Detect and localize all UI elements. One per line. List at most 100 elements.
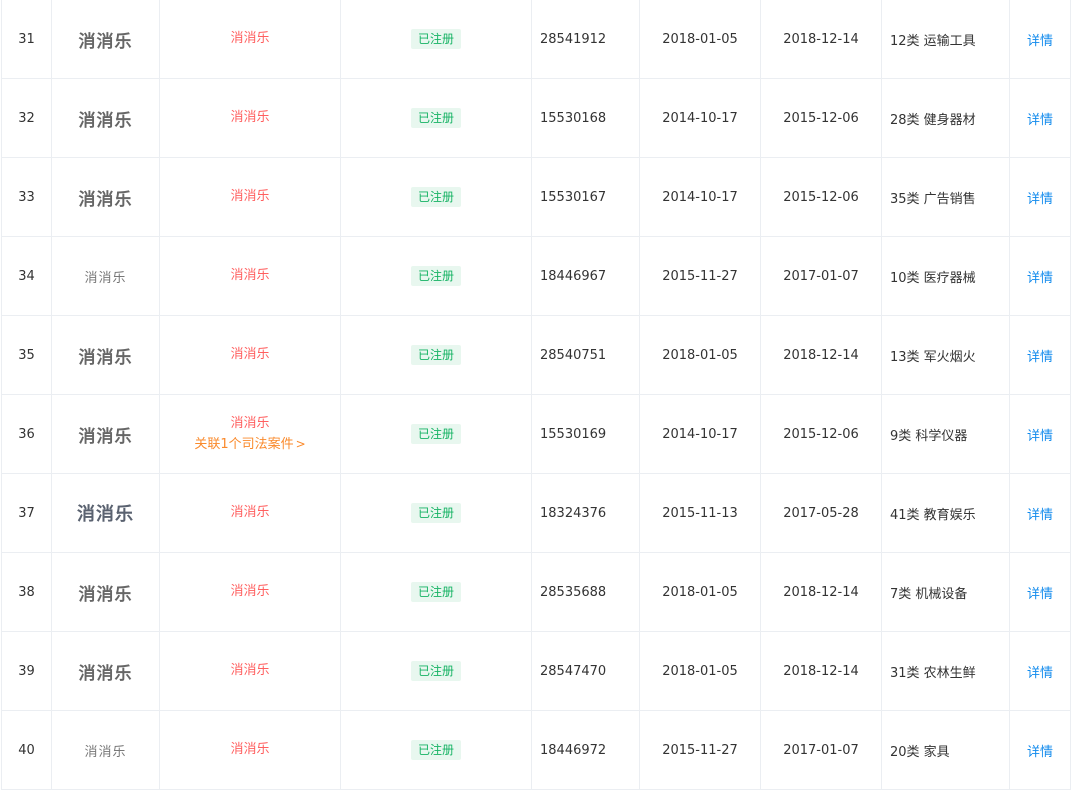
- trademark-table: 31 消消乐 消消乐 已注册 28541912 2018-01-05 2018-…: [1, 0, 1071, 790]
- trademark-logo-image: 消消乐: [78, 584, 133, 605]
- table-row: 38 消消乐 消消乐 已注册 28535688 2018-01-05 2018-…: [1, 552, 1071, 632]
- detail-link[interactable]: 详情: [1027, 666, 1053, 681]
- trademark-name: 消消乐: [230, 663, 270, 678]
- application-number: 18446967: [531, 236, 640, 316]
- trademark-logo: 消消乐: [51, 631, 160, 711]
- application-number: 28535688: [531, 552, 640, 632]
- application-date: 2014-10-17: [639, 157, 761, 237]
- row-index: 34: [1, 236, 52, 316]
- registration-date: 2017-01-07: [760, 710, 882, 790]
- trademark-class: 31类 农林生鲜: [881, 631, 1010, 711]
- trademark-name-cell: 消消乐: [159, 236, 341, 316]
- table-row: 35 消消乐 消消乐 已注册 28540751 2018-01-05 2018-…: [1, 315, 1071, 395]
- detail-cell: 详情: [1009, 236, 1071, 316]
- application-number: 15530168: [531, 78, 640, 158]
- row-index: 33: [1, 157, 52, 237]
- application-number: 15530167: [531, 157, 640, 237]
- status-badge: 已注册: [410, 582, 461, 602]
- detail-link[interactable]: 详情: [1027, 350, 1053, 365]
- application-date: 2018-01-05: [639, 315, 761, 395]
- registration-date: 2015-12-06: [760, 157, 882, 237]
- detail-link[interactable]: 详情: [1027, 34, 1053, 49]
- table-row: 33 消消乐 消消乐 已注册 15530167 2014-10-17 2015-…: [1, 157, 1071, 237]
- application-number: 28540751: [531, 315, 640, 395]
- status-cell: 已注册: [340, 552, 532, 632]
- registration-date: 2017-05-28: [760, 473, 882, 553]
- status-cell: 已注册: [340, 315, 532, 395]
- table-row: 31 消消乐 消消乐 已注册 28541912 2018-01-05 2018-…: [1, 0, 1071, 79]
- status-badge: 已注册: [410, 345, 461, 365]
- table-row: 34 消消乐 消消乐 已注册 18446967 2015-11-27 2017-…: [1, 236, 1071, 316]
- row-index: 36: [1, 394, 52, 474]
- row-index: 39: [1, 631, 52, 711]
- status-cell: 已注册: [340, 710, 532, 790]
- detail-cell: 详情: [1009, 394, 1071, 474]
- table-row: 40 消消乐 消消乐 已注册 18446972 2015-11-27 2017-…: [1, 710, 1071, 790]
- trademark-class: 7类 机械设备: [881, 552, 1010, 632]
- trademark-logo-image: 消消乐: [78, 347, 133, 368]
- trademark-name: 消消乐: [230, 415, 270, 431]
- application-number: 18446972: [531, 710, 640, 790]
- trademark-name: 消消乐: [230, 347, 270, 362]
- detail-cell: 详情: [1009, 552, 1071, 632]
- application-number: 28541912: [531, 0, 640, 79]
- status-badge: 已注册: [410, 187, 461, 207]
- registration-date: 2015-12-06: [760, 394, 882, 474]
- trademark-logo-image: 消消乐: [84, 744, 127, 760]
- registration-date: 2015-12-06: [760, 78, 882, 158]
- trademark-name-cell: 消消乐: [159, 710, 341, 790]
- status-badge: 已注册: [410, 424, 461, 444]
- status-badge: 已注册: [410, 503, 461, 523]
- detail-cell: 详情: [1009, 710, 1071, 790]
- status-cell: 已注册: [340, 631, 532, 711]
- trademark-name-cell: 消消乐 关联1个司法案件 >: [159, 394, 341, 474]
- registration-date: 2018-12-14: [760, 315, 882, 395]
- trademark-name: 消消乐: [230, 31, 270, 46]
- application-date: 2018-01-05: [639, 0, 761, 79]
- trademark-logo-image: 消消乐: [78, 110, 133, 131]
- detail-link[interactable]: 详情: [1027, 192, 1053, 207]
- application-date: 2018-01-05: [639, 631, 761, 711]
- detail-cell: 详情: [1009, 631, 1071, 711]
- trademark-logo: 消消乐: [51, 552, 160, 632]
- detail-link[interactable]: 详情: [1027, 745, 1053, 760]
- trademark-name: 消消乐: [230, 268, 270, 283]
- trademark-logo-image: 消消乐: [78, 189, 133, 210]
- status-badge: 已注册: [410, 740, 461, 760]
- trademark-logo: 消消乐: [51, 236, 160, 316]
- status-cell: 已注册: [340, 157, 532, 237]
- trademark-logo: 消消乐: [51, 157, 160, 237]
- trademark-logo-image: 消消乐: [78, 426, 133, 447]
- status-badge: 已注册: [410, 661, 461, 681]
- trademark-name: 消消乐: [230, 742, 270, 757]
- trademark-name: 消消乐: [230, 110, 270, 125]
- trademark-class: 13类 军火烟火: [881, 315, 1010, 395]
- trademark-logo: 消消乐: [51, 710, 160, 790]
- application-date: 2014-10-17: [639, 394, 761, 474]
- row-index: 38: [1, 552, 52, 632]
- detail-link[interactable]: 详情: [1027, 271, 1053, 286]
- trademark-logo: 消消乐: [51, 473, 160, 553]
- trademark-class: 9类 科学仪器: [881, 394, 1010, 474]
- detail-link[interactable]: 详情: [1027, 113, 1053, 128]
- detail-link[interactable]: 详情: [1027, 508, 1053, 523]
- trademark-logo: 消消乐: [51, 394, 160, 474]
- trademark-name-cell: 消消乐: [159, 315, 341, 395]
- judicial-case-link[interactable]: 关联1个司法案件 >: [168, 434, 332, 455]
- trademark-name-cell: 消消乐: [159, 78, 341, 158]
- row-index: 37: [1, 473, 52, 553]
- row-index: 32: [1, 78, 52, 158]
- registration-date: 2018-12-14: [760, 0, 882, 79]
- status-badge: 已注册: [410, 29, 461, 49]
- trademark-name-cell: 消消乐: [159, 552, 341, 632]
- trademark-logo: 消消乐: [51, 78, 160, 158]
- application-date: 2015-11-13: [639, 473, 761, 553]
- table-row: 37 消消乐 消消乐 已注册 18324376 2015-11-13 2017-…: [1, 473, 1071, 553]
- detail-link[interactable]: 详情: [1027, 429, 1053, 444]
- detail-link[interactable]: 详情: [1027, 587, 1053, 602]
- application-number: 18324376: [531, 473, 640, 553]
- trademark-name-cell: 消消乐: [159, 0, 341, 79]
- registration-date: 2018-12-14: [760, 631, 882, 711]
- registration-date: 2017-01-07: [760, 236, 882, 316]
- detail-cell: 详情: [1009, 78, 1071, 158]
